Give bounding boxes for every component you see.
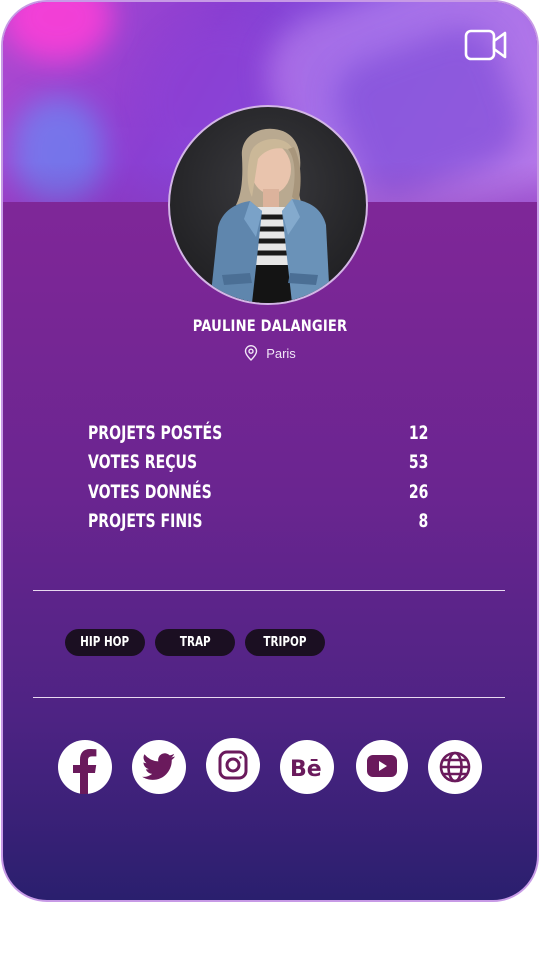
stat-row: PROJETS FINIS 8: [88, 507, 428, 537]
location-text: Paris: [266, 345, 296, 361]
youtube-link[interactable]: [356, 740, 408, 792]
social-links: Bē: [58, 738, 488, 796]
location: Paris: [0, 345, 540, 361]
globe-icon: [439, 751, 471, 783]
stat-row: VOTES DONNÉS 26: [88, 477, 428, 507]
behance-icon: Bē: [290, 757, 322, 779]
stat-label: VOTES DONNÉS: [88, 480, 212, 503]
video-camera-icon[interactable]: [464, 28, 508, 62]
stat-label: PROJETS POSTÉS: [88, 421, 223, 444]
tag-label: TRIPOP: [263, 635, 307, 650]
stat-value: 8: [418, 510, 428, 533]
stat-value: 53: [408, 451, 428, 474]
tag-tripop[interactable]: TRIPOP: [245, 629, 325, 656]
twitter-link[interactable]: [132, 740, 186, 794]
avatar[interactable]: [168, 105, 368, 305]
stat-row: VOTES REÇUS 53: [88, 448, 428, 478]
stats-list: PROJETS POSTÉS 12 VOTES REÇUS 53 VOTES D…: [88, 418, 428, 536]
facebook-link[interactable]: [58, 740, 112, 794]
tag-hip-hop[interactable]: HIP HOP: [65, 629, 145, 656]
facebook-icon: [73, 749, 97, 794]
stat-label: PROJETS FINIS: [88, 510, 203, 533]
instagram-link[interactable]: [206, 738, 260, 792]
genre-tags: HIP HOP TRAP TRIPOP: [65, 629, 325, 656]
divider: [33, 697, 505, 698]
behance-link[interactable]: Bē: [280, 740, 334, 794]
website-link[interactable]: [428, 740, 482, 794]
twitter-icon: [142, 753, 176, 780]
user-name: PAULINE DALANGIER: [192, 316, 348, 335]
stat-value: 12: [408, 421, 428, 444]
avatar-photo: [210, 128, 330, 303]
stat-row: PROJETS POSTÉS 12: [88, 418, 428, 448]
tag-label: HIP HOP: [80, 635, 130, 650]
stat-label: VOTES REÇUS: [88, 451, 198, 474]
youtube-icon: [367, 755, 397, 777]
divider: [33, 590, 505, 591]
instagram-icon: [218, 750, 248, 780]
svg-text:Bē: Bē: [290, 757, 322, 779]
tag-trap[interactable]: TRAP: [155, 629, 235, 656]
tag-label: TRAP: [179, 635, 211, 650]
location-pin-icon: [244, 345, 258, 361]
stat-value: 26: [408, 480, 428, 503]
